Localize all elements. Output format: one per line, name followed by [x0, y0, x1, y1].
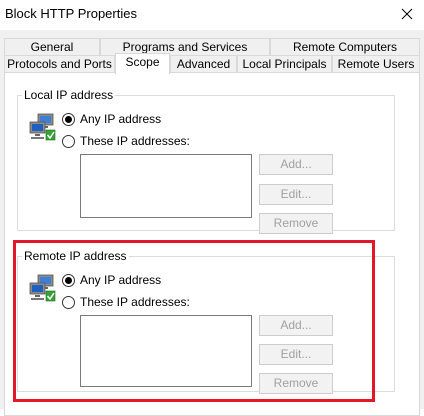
local-remove-button[interactable]: Remove [259, 213, 333, 234]
remote-ip-group-label: Remote IP address [22, 249, 129, 263]
local-ip-listbox[interactable] [80, 154, 252, 218]
local-any-ip-radio-button[interactable] [62, 112, 75, 126]
remote-ip-group: Remote IP address Any IP address These I… [17, 249, 395, 394]
close-icon [401, 8, 413, 20]
title-bar: Block HTTP Properties [0, 0, 424, 30]
tab-remote-computers[interactable]: Remote Computers [270, 38, 420, 56]
remote-any-ip-radio[interactable]: Any IP address [62, 273, 161, 287]
tab-scope[interactable]: Scope [115, 53, 170, 74]
local-these-ip-radio[interactable]: These IP addresses: [62, 134, 190, 148]
tab-local-principals[interactable]: Local Principals [237, 55, 332, 73]
dialog-body: General Programs and Services Remote Com… [0, 30, 424, 416]
remote-add-button[interactable]: Add... [259, 315, 333, 336]
close-button[interactable] [390, 0, 424, 28]
scope-tab-panel: Local IP address Any IP address These IP… [4, 72, 420, 416]
remote-these-ip-radio-button[interactable] [62, 295, 75, 309]
tab-general[interactable]: General [4, 38, 100, 56]
remote-ip-listbox[interactable] [80, 315, 252, 387]
network-computers-icon [29, 113, 56, 141]
remote-any-ip-radio-button[interactable] [62, 273, 75, 287]
local-edit-button[interactable]: Edit... [259, 184, 333, 205]
tab-protocols-and-ports[interactable]: Protocols and Ports [4, 55, 115, 73]
window-title: Block HTTP Properties [5, 6, 137, 21]
remote-these-ip-radio[interactable]: These IP addresses: [62, 295, 190, 309]
local-ip-group-label: Local IP address [22, 88, 116, 102]
local-these-ip-label: These IP addresses: [80, 134, 190, 148]
tab-advanced[interactable]: Advanced [170, 55, 237, 73]
remote-remove-button[interactable]: Remove [259, 373, 333, 394]
remote-these-ip-label: These IP addresses: [80, 295, 190, 309]
network-computers-icon [29, 274, 56, 302]
local-ip-group: Local IP address Any IP address These IP… [17, 88, 395, 234]
remote-any-ip-label: Any IP address [80, 273, 162, 287]
remote-edit-button[interactable]: Edit... [259, 344, 333, 365]
local-add-button[interactable]: Add... [259, 154, 333, 175]
tab-remote-users[interactable]: Remote Users [332, 55, 420, 73]
local-any-ip-label: Any IP address [80, 112, 162, 126]
local-any-ip-radio[interactable]: Any IP address [62, 112, 161, 126]
local-these-ip-radio-button[interactable] [62, 134, 75, 148]
